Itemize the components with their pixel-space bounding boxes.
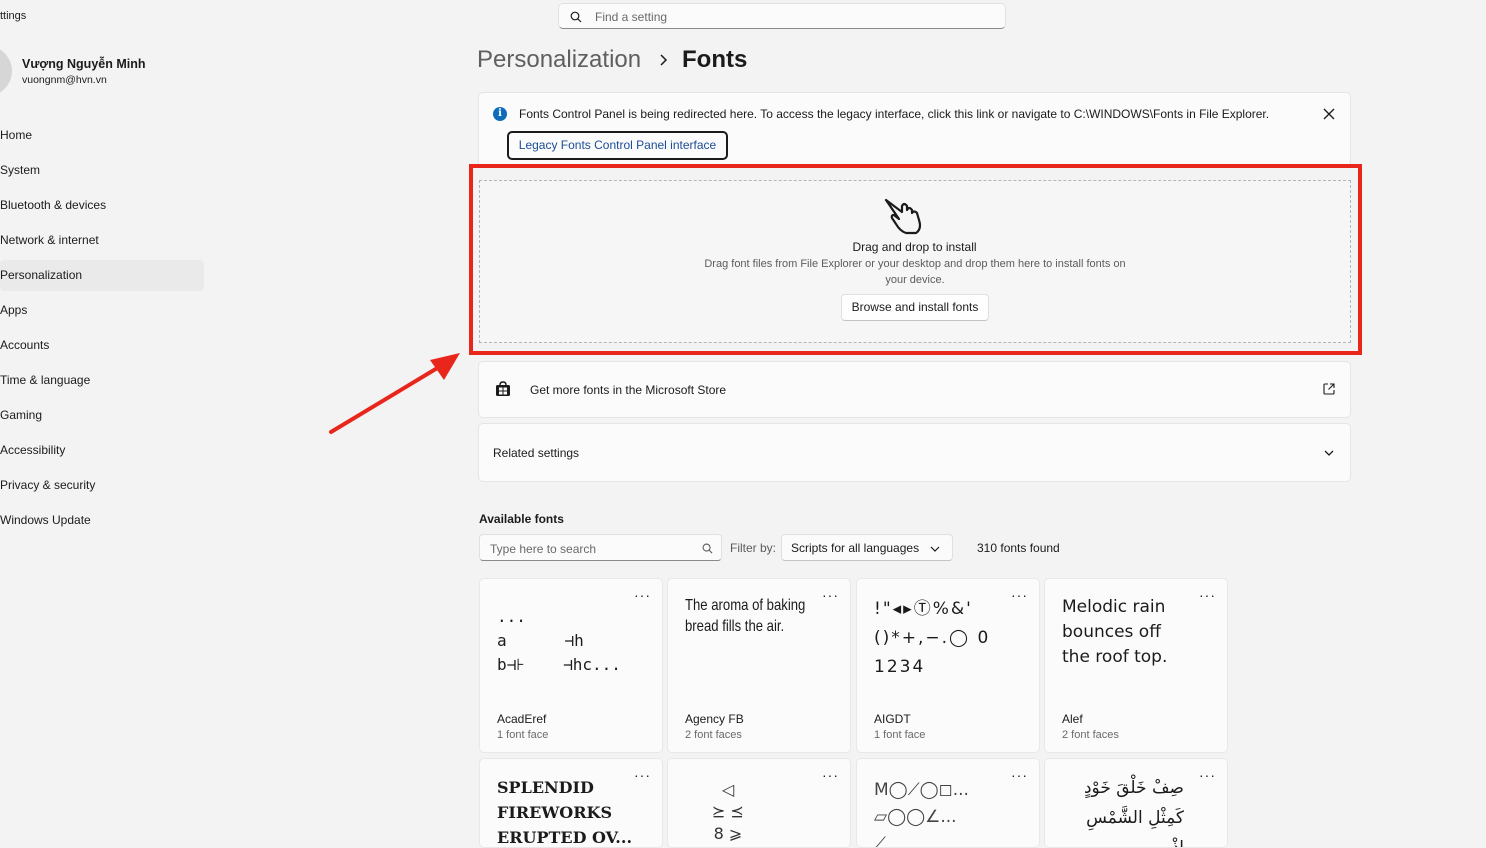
font-sample: The aroma of baking bread fills the air. (685, 597, 806, 635)
more-options-icon[interactable]: ··· (634, 588, 651, 602)
font-tile[interactable]: ··· ◁ ⪰ ⪯ 8 ⩾ (667, 758, 851, 848)
sidebar-item-bluetooth-devices[interactable]: Bluetooth & devices (0, 190, 204, 221)
sidebar-item-home[interactable]: Home (0, 120, 204, 151)
page-title: Fonts (682, 46, 748, 73)
chevron-down-icon[interactable] (1323, 448, 1335, 458)
legacy-fonts-link-button[interactable]: Legacy Fonts Control Panel interface (507, 131, 728, 160)
avatar[interactable] (0, 44, 12, 98)
font-face-count: 1 font face (874, 729, 926, 741)
search-icon (570, 11, 582, 23)
sidebar-item-privacy-security[interactable]: Privacy & security (0, 470, 204, 501)
more-options-icon[interactable]: ··· (1199, 768, 1216, 782)
available-fonts-heading: Available fonts (479, 512, 564, 526)
sidebar-item-accessibility[interactable]: Accessibility (0, 435, 204, 466)
more-options-icon[interactable]: ··· (1199, 588, 1216, 602)
font-face-count: 1 font face (497, 729, 549, 741)
user-name: Vượng Nguyễn Minh (22, 57, 146, 71)
font-face-count: 2 font faces (1062, 729, 1119, 741)
sidebar-item-apps[interactable]: Apps (0, 295, 204, 326)
annotation-arrow-icon (329, 353, 460, 434)
related-settings-expander[interactable] (478, 423, 1351, 482)
settings-search-box[interactable] (558, 3, 1006, 29)
font-face-count: 2 font faces (685, 729, 742, 741)
more-options-icon[interactable]: ··· (822, 768, 839, 782)
font-search-box[interactable] (479, 534, 722, 561)
sidebar-item-system[interactable]: System (0, 155, 204, 186)
font-name: Alef (1062, 712, 1083, 726)
more-options-icon[interactable]: ··· (1011, 768, 1028, 782)
search-input[interactable] (593, 7, 997, 27)
sidebar-item-personalization[interactable]: Personalization (0, 260, 204, 291)
sidebar-nav: Home System Bluetooth & devices Network … (0, 120, 204, 540)
sidebar-item-gaming[interactable]: Gaming (0, 400, 204, 431)
font-tile-aigdt[interactable]: ··· !"◂▸Ⓣ%&' ()*+,−.◯ 0 1234 AIGDT 1 fon… (856, 578, 1040, 753)
filter-label: Filter by: (730, 541, 777, 555)
sidebar-item-time-language[interactable]: Time & language (0, 365, 204, 396)
font-sample: M◯⟋◯◻... ▱◯◯∠... ⟋ (874, 780, 969, 848)
close-icon[interactable] (1321, 106, 1337, 122)
font-tile[interactable]: ··· صِفْ خَلْقَ خَوْدٍ كَمِثْلِ الشَّمْس… (1044, 758, 1228, 848)
info-icon: i (493, 107, 507, 121)
sidebar-item-windows-update[interactable]: Windows Update (0, 505, 204, 536)
script-filter-dropdown[interactable]: Scripts for all languages (781, 534, 953, 561)
search-icon (702, 543, 713, 554)
font-tile-acaderef[interactable]: ··· ... a ⊣h b⊣⊦ ⊣hc... AcadEref 1 font … (479, 578, 663, 753)
store-link-label: Get more fonts in the Microsoft Store (530, 383, 727, 397)
more-options-icon[interactable]: ··· (634, 768, 651, 782)
font-sample: SPLENDID FIREWORKS ERUPTED OV... (497, 778, 633, 847)
filter-selected-value: Scripts for all languages (791, 541, 920, 555)
font-tile[interactable]: ··· SPLENDID FIREWORKS ERUPTED OV... (479, 758, 663, 848)
chevron-down-icon (930, 546, 940, 552)
chevron-right-icon (660, 54, 668, 66)
sidebar-item-accounts[interactable]: Accounts (0, 330, 204, 361)
related-settings-label: Related settings (493, 446, 580, 460)
breadcrumb-parent[interactable]: Personalization (477, 46, 641, 74)
font-name: Agency FB (685, 712, 744, 726)
font-sample: ◁ ⪰ ⪯ 8 ⩾ (712, 780, 744, 843)
store-icon (496, 381, 510, 396)
user-email: vuongnm@hvn.vn (22, 74, 107, 86)
external-link-icon[interactable] (1322, 382, 1336, 396)
font-tile[interactable]: ··· M◯⟋◯◻... ▱◯◯∠... ⟋ (856, 758, 1040, 848)
font-name: AcadEref (497, 712, 547, 726)
annotation-highlight-box (469, 164, 1362, 355)
font-search-input[interactable] (488, 539, 702, 558)
font-sample: صِفْ خَلْقَ خَوْدٍ كَمِثْلِ الشَّمْسِ إِ… (1083, 778, 1184, 848)
more-options-icon[interactable]: ··· (1011, 588, 1028, 602)
font-name: AIGDT (874, 712, 911, 726)
font-sample: ... a ⊣h b⊣⊦ ⊣hc... (497, 607, 621, 674)
info-bar-message: Fonts Control Panel is being redirected … (519, 107, 1270, 121)
fonts-found-count: 310 fonts found (977, 541, 1060, 555)
font-sample: Melodic rain bounces off the roof top. (1062, 597, 1168, 667)
font-sample: !"◂▸Ⓣ%&' ()*+,−.◯ 0 1234 (874, 599, 991, 677)
font-tile-alef[interactable]: ··· Melodic rain bounces off the roof to… (1044, 578, 1228, 753)
app-title: ttings (0, 10, 27, 22)
font-tile-agency-fb[interactable]: ··· The aroma of baking bread fills the … (667, 578, 851, 753)
